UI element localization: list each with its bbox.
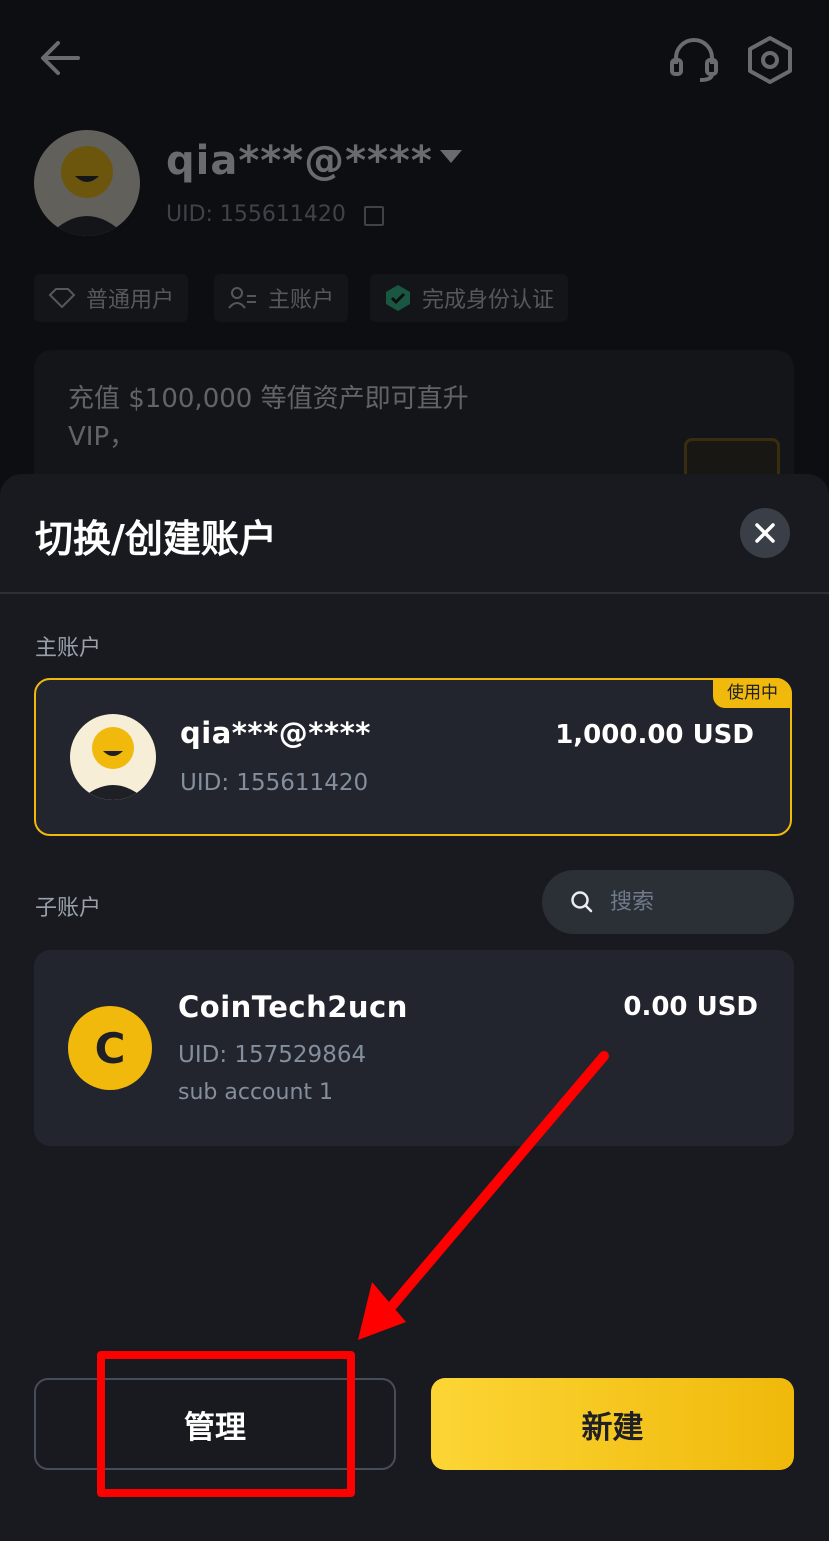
main-account-card[interactable]: 使用中 qia***@**** UID: 155611420 1,000.00 … — [34, 678, 792, 836]
sub-account-card[interactable]: C CoinTech2ucn UID: 157529864 sub accoun… — [34, 950, 794, 1146]
tag-user-level[interactable]: 普通用户 — [34, 274, 189, 322]
close-button[interactable] — [740, 508, 790, 558]
account-balance: 0.00 USD — [623, 992, 758, 1022]
search-input[interactable] — [608, 888, 782, 916]
back-arrow-icon[interactable] — [38, 38, 82, 78]
copy-icon[interactable] — [364, 206, 384, 226]
divider — [0, 592, 829, 594]
user-switch-icon — [228, 287, 256, 309]
profile-avatar — [34, 130, 140, 236]
background-profile-page: qia***@**** UID: 155611420 普通用户 主账户 完成身份… — [0, 0, 829, 520]
search-icon — [571, 891, 593, 913]
caret-down-icon[interactable] — [440, 150, 462, 163]
tag-label: 普通用户 — [86, 288, 175, 313]
profile-uid: UID: 155611420 — [166, 202, 346, 227]
main-account-section-label: 主账户 — [35, 636, 102, 661]
new-account-button[interactable]: 新建 — [431, 1378, 794, 1470]
account-name: qia***@**** — [180, 716, 371, 750]
account-name: CoinTech2ucn — [178, 990, 408, 1024]
account-remark: sub account 1 — [178, 1080, 333, 1105]
sheet-title: 切换/创建账户 — [35, 517, 277, 561]
avatar: C — [68, 1006, 152, 1090]
settings-hexagon-icon[interactable] — [744, 34, 796, 86]
profile-username[interactable]: qia***@**** — [166, 138, 433, 184]
account-balance: 1,000.00 USD — [555, 720, 754, 750]
diamond-icon — [48, 288, 76, 308]
vip-promo-text: 充值 $100,000 等值资产即可直升 VIP， — [68, 384, 469, 452]
verified-check-icon — [386, 285, 410, 311]
account-uid: UID: 157529864 — [178, 1042, 367, 1068]
account-uid: UID: 155611420 — [180, 770, 369, 796]
headset-icon[interactable] — [668, 36, 720, 84]
tag-account-type[interactable]: 主账户 — [214, 274, 349, 322]
tag-label: 主账户 — [268, 288, 335, 313]
annotation-highlight-box — [97, 1351, 355, 1497]
avatar — [70, 714, 156, 800]
sub-account-section-label: 子账户 — [35, 896, 102, 921]
tag-label: 完成身份认证 — [422, 288, 555, 313]
close-icon — [755, 523, 775, 543]
active-badge: 使用中 — [713, 678, 792, 708]
search-field[interactable] — [542, 870, 794, 934]
tag-verification[interactable]: 完成身份认证 — [370, 274, 569, 322]
